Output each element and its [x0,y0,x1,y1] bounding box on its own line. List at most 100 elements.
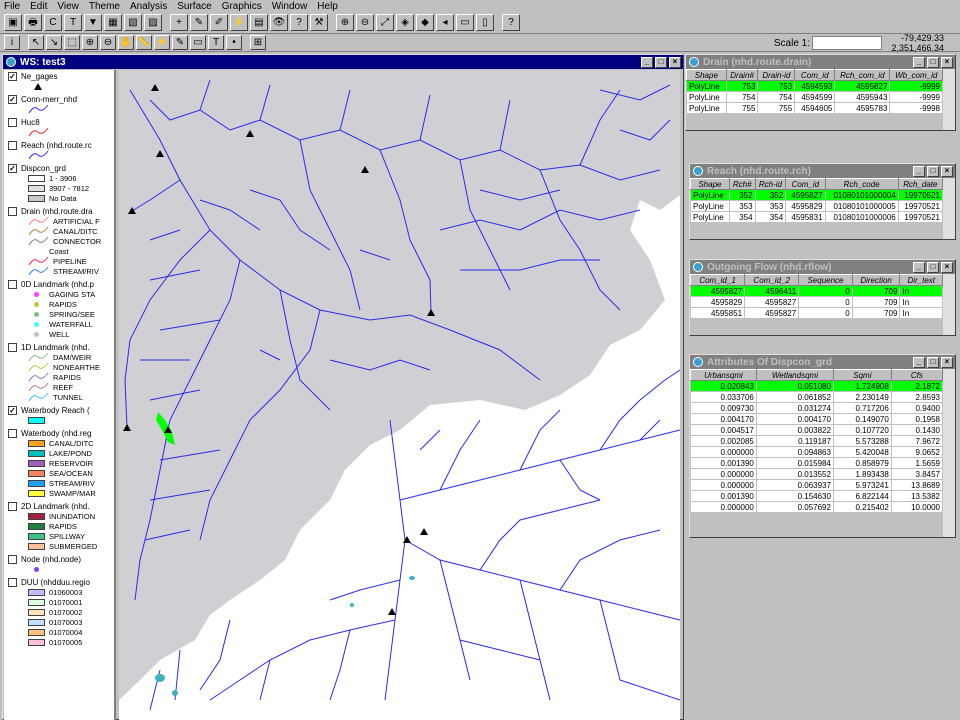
minimize-button[interactable]: _ [641,56,653,68]
theme-header[interactable]: Node (nhd.node) [8,555,114,564]
menu-edit[interactable]: Edit [30,1,47,12]
chart-button[interactable]: ▧ [124,14,142,31]
toc-theme[interactable]: Waterbody (nhd.reg CANAL/DITC LAKE/POND RES… [4,427,114,500]
zoom-out-button[interactable]: ⊖ [356,14,374,31]
drain-table[interactable]: Shape Drain# Drain-id Com_id Rch_com_id Wb_co… [686,69,943,114]
hammer-button[interactable]: ⚒ [310,14,328,31]
column-header[interactable]: Com_id [794,69,836,81]
table-row[interactable]: 0.000000 0.013552 1.893438 3.8457 [690,468,944,480]
column-header[interactable]: Rch-id [754,178,787,190]
select-feature-button[interactable]: ⬚ [64,35,80,50]
select-button[interactable]: ▭ [456,14,474,31]
menu-help[interactable]: Help [317,1,338,12]
column-header[interactable]: Shape [686,69,727,81]
hotlink-tool-button[interactable]: ⚡ [154,35,170,50]
theme-visibility-checkbox[interactable]: ✓ [8,95,17,104]
theme-visibility-checkbox[interactable]: ✓ [8,406,17,415]
toc-theme[interactable]: Huc8 [4,116,114,139]
theme-visibility-checkbox[interactable] [8,141,17,150]
zoom-selected-button[interactable]: ◆ [416,14,434,31]
measure-button[interactable]: 📏 [136,35,152,50]
menu-analysis[interactable]: Analysis [130,1,167,12]
column-header[interactable]: Rch# [728,178,756,190]
toc-theme[interactable]: 1D Landmark (nhd. DAM/WEIR NONEARTHE RAPIDS… [4,341,114,404]
clear-select-button[interactable]: ▯ [476,14,494,31]
pan-button[interactable]: ✋ [118,35,134,50]
close-button[interactable]: × [669,56,681,68]
menu-view[interactable]: View [57,1,79,12]
theme-visibility-checkbox[interactable] [8,118,17,127]
save-button[interactable]: ▣ [4,14,22,31]
column-header[interactable]: Drain-id [757,69,796,81]
drain-titlebar[interactable]: Drain (nhd.route.drain) _ □ × [686,55,955,69]
toc-theme[interactable]: ✓ Ne_gages [4,70,114,93]
theme-header[interactable]: ✓ Waterbody Reach ( [8,406,114,415]
full-extent-button[interactable]: ⤢ [376,14,394,31]
label-button[interactable]: ✎ [172,35,188,50]
close-button[interactable]: × [941,56,953,68]
theme-header[interactable]: ✓ Conn-merr_nhd [8,95,114,104]
snap-button[interactable]: ⊞ [250,35,266,50]
theme-visibility-checkbox[interactable]: ✓ [8,72,17,81]
down-arrow-button[interactable]: ▼ [84,14,102,31]
attr-table[interactable]: Urbansqmi Wetlandsqmi Sqmi Cfs 0.020843 0.051… [690,369,944,513]
toc-theme[interactable]: ✓ Dispcon_grd 1 - 3906 3907 - 7812 No Data [4,162,114,205]
drain-table-window[interactable]: Drain (nhd.route.drain) _ □ × Shape Drain… [685,54,956,131]
column-header[interactable]: Com_id_1 [690,274,746,286]
column-header[interactable]: Urbansqmi [690,369,757,381]
binoculars-button[interactable]: 👁 [270,14,288,31]
zoom-in-button[interactable]: ⊕ [336,14,354,31]
column-header[interactable]: Rch_code [824,178,899,190]
reach-table[interactable]: Shape Rch# Rch-id Com_id Rch_code Rch_date Pol… [690,178,944,223]
vertical-scrollbar[interactable] [943,274,955,335]
menu-graphics[interactable]: Graphics [222,1,262,12]
toc-theme[interactable]: Drain (nhd.route.dra ARTIFICIAL F CANAL/DI… [4,205,114,278]
reach-table-window[interactable]: Reach (nhd.route.rch) _ □ × Shape Rch# Rch… [689,163,956,240]
table-row[interactable]: 0.009730 0.031274 0.717206 0.9400 [690,402,944,414]
draw-tool-button[interactable]: • [226,35,242,50]
toc-theme[interactable]: 2D Landmark (nhd. INUNDATION RAPIDS SPILLWA… [4,500,114,553]
layout-button[interactable]: C [44,14,62,31]
column-header[interactable]: Rch_com_id [834,69,891,81]
column-header[interactable]: Shape [690,178,730,190]
toc-theme[interactable]: ✓ Waterbody Reach ( [4,404,114,427]
table-row[interactable]: 0.004517 0.003822 0.107720 0.1430 [690,424,944,436]
table-row[interactable]: PolyLine 352 352 4595827 01080101000004 19970… [690,189,944,201]
table-row[interactable]: 0.020843 0.051080 1.724908 2.1872 [690,380,944,392]
vertical-scrollbar[interactable] [943,369,955,537]
column-header[interactable]: Direction [851,274,901,286]
column-header[interactable]: Cfs [890,369,944,381]
zoom-previous-button[interactable]: ◂ [436,14,454,31]
maximize-button[interactable]: □ [927,261,939,273]
query-button[interactable]: ? [290,14,308,31]
menu-surface[interactable]: Surface [177,1,211,12]
table-row[interactable]: 0.002085 0.119187 5.573288 7.9672 [690,435,944,447]
theme-props-button[interactable]: ✎ [190,14,208,31]
theme-visibility-checkbox[interactable] [8,280,17,289]
menu-window[interactable]: Window [272,1,308,12]
identify-button[interactable]: i [4,35,20,50]
column-header[interactable]: Rch_date [897,178,944,190]
help-button[interactable]: ? [502,14,520,31]
table-row[interactable]: 0.000000 0.063937 5.973241 13.8689 [690,479,944,491]
theme-header[interactable]: Drain (nhd.route.dra [8,207,114,216]
maximize-button[interactable]: □ [927,165,939,177]
table-row[interactable]: 0.000000 0.057692 0.215402 10.0000 [690,501,944,513]
theme-header[interactable]: DUU (nhdduu.regio [8,578,114,587]
table-row[interactable]: PolyLine 354 354 4595831 01080101000006 19970… [690,211,944,223]
vertical-scrollbar[interactable] [943,69,955,130]
flow-titlebar[interactable]: Outgoing Flow (nhd.rflow) _ □ × [690,260,955,274]
vertex-edit-button[interactable]: ↘ [46,35,62,50]
theme-header[interactable]: 2D Landmark (nhd. [8,502,114,511]
theme-header[interactable]: ✓ Dispcon_grd [8,164,114,173]
zoom-full-button[interactable]: T [64,14,82,31]
column-header[interactable]: Dir_text [899,274,943,286]
table-row[interactable]: PolyLine 753 753 4594593 4595827 -9999 [686,80,943,92]
theme-header[interactable]: Reach (nhd.route.rc [8,141,114,150]
theme-visibility-checkbox[interactable] [8,578,17,587]
layout2-button[interactable]: ▨ [144,14,162,31]
attributes-titlebar[interactable]: Attributes Of Dispcon_grd _ □ × [690,355,955,369]
theme-header[interactable]: Huc8 [8,118,114,127]
vertical-scrollbar[interactable] [943,178,955,239]
maximize-button[interactable]: □ [655,56,667,68]
